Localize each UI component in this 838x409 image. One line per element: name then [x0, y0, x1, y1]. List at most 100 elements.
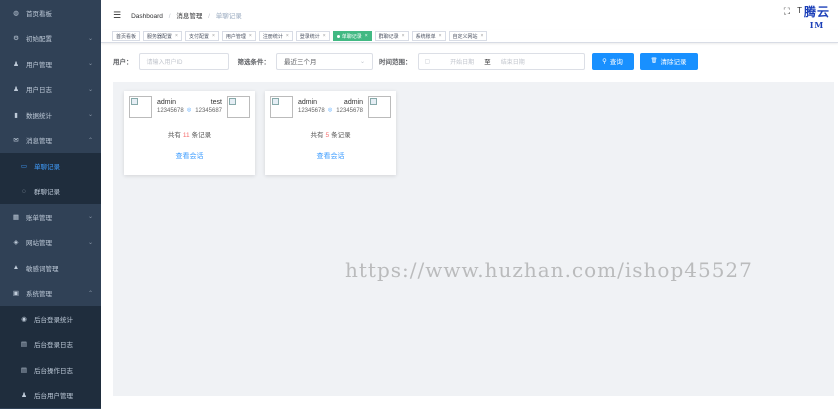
sidebar-item-label: 初始配置 — [26, 36, 52, 44]
tag-6[interactable]: 单聊记录 × — [332, 31, 372, 41]
close-icon[interactable]: × — [175, 33, 178, 39]
chat-list-area: admin 12345678 ◎ test 12345687 共有 11 条记录 查看会话 adm… — [113, 82, 834, 396]
chevron-icon: ⌄ — [87, 214, 93, 221]
chat-link-icon: ◎ — [328, 107, 333, 113]
watermark: https://www.huzhan.com/ishop45527 — [345, 258, 753, 282]
navbar: ☰ Dashboard / 消息管理 / 单聊记录 ⛶ T 腾云 IM — [101, 0, 838, 30]
date-range-separator: 至 — [484, 59, 491, 66]
chevron-icon: ⌄ — [87, 86, 93, 93]
tag-5[interactable]: 登录统计 × — [295, 31, 330, 41]
sidebar-item-label: 网站管理 — [26, 240, 52, 248]
sidebar-item-6[interactable]: ▭ 单聊记录 — [0, 153, 101, 179]
sidebar-item-label: 后台操作日志 — [34, 367, 73, 375]
login-stat-icon: ◉ — [21, 315, 27, 323]
avatar-left — [270, 96, 293, 118]
close-icon[interactable]: × — [323, 33, 326, 39]
close-icon[interactable]: × — [286, 33, 289, 39]
search-button-label: 查询 — [609, 59, 623, 66]
user-id-input[interactable]: 请输入用户ID — [138, 52, 229, 70]
record-count: 共有 11 条记录 — [124, 129, 255, 139]
tag-label: 注册统计 — [262, 33, 283, 40]
right-user-id: 12345687 — [195, 108, 222, 114]
tag-label: 登录统计 — [299, 33, 320, 40]
condition-label: 筛选条件： — [237, 59, 271, 66]
view-conversation-link[interactable]: 查看会话 — [265, 151, 396, 161]
count-suffix: 条记录 — [191, 132, 212, 139]
website-icon: ◈ — [13, 239, 19, 247]
tag-9[interactable]: 自定义网站 × — [448, 31, 488, 41]
record-count: 共有 5 条记录 — [265, 129, 396, 139]
sidebar-item-label: 用户日志 — [26, 87, 52, 95]
text-size-icon[interactable]: T — [797, 6, 802, 15]
clear-button-label: 清除记录 — [660, 59, 687, 66]
close-icon[interactable]: × — [212, 33, 215, 39]
tag-label: 系统账单 — [415, 33, 436, 40]
close-icon[interactable]: × — [365, 33, 368, 39]
sidebar-item-2[interactable]: ♟ 用户管理 ⌄ — [0, 51, 101, 77]
sidebar-item-4[interactable]: ▮ 数据统计 ⌄ — [0, 102, 101, 128]
sidebar-item-label: 账单管理 — [26, 214, 52, 222]
brand-name: 腾云 — [803, 5, 830, 19]
active-dot-icon — [336, 34, 340, 38]
sidebar-item-9[interactable]: ◈ 网站管理 ⌄ — [0, 230, 101, 256]
sidebar-item-label: 后台登录日志 — [34, 342, 73, 350]
close-icon[interactable]: × — [439, 33, 442, 39]
close-icon[interactable]: × — [249, 33, 252, 39]
sidebar-item-label: 消息管理 — [26, 138, 52, 146]
sidebar-item-label: 数据统计 — [26, 112, 52, 120]
sidebar-item-14[interactable]: ▤ 后台操作日志 — [0, 357, 101, 383]
tag-4[interactable]: 注册统计 × — [258, 31, 293, 41]
sidebar-item-15[interactable]: ♟ 后台用户管理 — [0, 382, 101, 408]
sidebar-item-10[interactable]: ▲ 敏感词管理 — [0, 255, 101, 281]
close-icon[interactable]: × — [481, 33, 484, 39]
right-user-name: admin — [343, 99, 363, 106]
login-log-icon: ▤ — [20, 341, 28, 349]
tags-view: 首页看板 服务器配置 × 支付配置 × 用户管理 × 注册统计 × 登录统计 × 单聊记录 × 群聊记录 ×… — [101, 30, 838, 43]
time-range-label: 时间范围： — [379, 59, 412, 66]
close-icon[interactable]: × — [402, 33, 405, 39]
tag-3[interactable]: 用户管理 × — [221, 31, 256, 41]
tag-1[interactable]: 服务器配置 × — [143, 31, 182, 41]
sidebar-item-3[interactable]: ♟ 用户日志 ⌄ — [0, 77, 101, 103]
sidebar-item-11[interactable]: ▣ 系统管理 ⌃ — [0, 281, 101, 307]
hamburger-icon[interactable]: ☰ — [113, 10, 121, 21]
sidebar-item-label: 敏感词管理 — [26, 265, 59, 273]
dashboard-icon: ◍ — [13, 9, 19, 17]
tag-label: 自定义网站 — [452, 33, 478, 40]
filter-bar: 用户： 请输入用户ID 筛选条件： 最近三个月 ⌄ 时间范围： ▢ 开始日期 至… — [113, 52, 838, 70]
tag-8[interactable]: 系统账单 × — [411, 31, 446, 41]
breadcrumb-dashboard[interactable]: Dashboard — [131, 13, 163, 20]
sidebar-item-label: 群聊记录 — [34, 189, 60, 197]
condition-select[interactable]: 最近三个月 ⌄ — [276, 52, 373, 70]
calendar-icon: ▢ — [424, 58, 431, 65]
chevron-icon: ⌃ — [87, 290, 93, 297]
search-button[interactable]: ⚲ 查询 — [591, 52, 634, 70]
user-log-icon: ♟ — [13, 86, 19, 94]
sidebar-item-1[interactable]: ⚙ 初始配置 ⌄ — [0, 26, 101, 52]
sidebar-item-12[interactable]: ◉ 后台登录统计 — [0, 306, 101, 332]
tag-0[interactable]: 首页看板 — [112, 31, 141, 41]
end-date-input[interactable]: 结束日期 — [501, 57, 525, 66]
sidebar-item-label: 后台用户管理 — [34, 393, 73, 401]
sidebar-item-5[interactable]: ✉ 消息管理 ⌃ — [0, 128, 101, 154]
sidebar-item-0[interactable]: ◍ 首页看板 — [0, 0, 101, 26]
group-chat-icon: ◌ — [22, 187, 26, 195]
date-range-picker[interactable]: ▢ 开始日期 至 结束日期 — [417, 52, 585, 70]
breadcrumb: Dashboard / 消息管理 / 单聊记录 — [131, 10, 242, 20]
brand-logo[interactable]: 腾云 IM — [804, 6, 830, 29]
chat-icon: ▭ — [20, 162, 28, 170]
sidebar-item-7[interactable]: ◌ 群聊记录 — [0, 178, 101, 204]
fullscreen-icon[interactable]: ⛶ — [784, 6, 790, 17]
tag-2[interactable]: 支付配置 × — [184, 31, 219, 41]
brand-sub: IM — [809, 20, 825, 30]
tag-7[interactable]: 群聊记录 × — [374, 31, 409, 41]
sidebar-item-13[interactable]: ▤ 后台登录日志 — [0, 331, 101, 357]
sidebar-item-8[interactable]: ▦ 账单管理 ⌄ — [0, 204, 101, 230]
clear-records-button[interactable]: 🗑 清除记录 — [639, 52, 698, 70]
user-icon: ♟ — [13, 60, 19, 68]
start-date-input[interactable]: 开始日期 — [450, 57, 474, 66]
view-conversation-link[interactable]: 查看会话 — [124, 151, 255, 161]
main-area: ☰ Dashboard / 消息管理 / 单聊记录 ⛶ T 腾云 IM 首页看板… — [101, 0, 838, 409]
breadcrumb-separator: / — [168, 13, 171, 20]
tag-label: 用户管理 — [225, 33, 246, 40]
